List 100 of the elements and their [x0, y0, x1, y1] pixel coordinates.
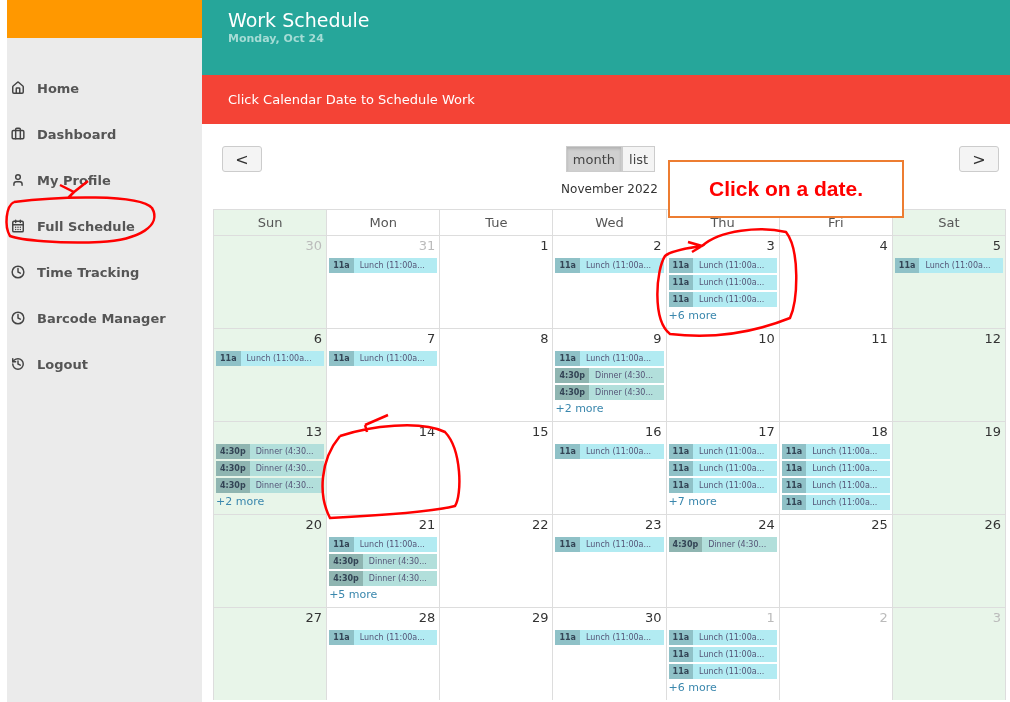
- event-chip[interactable]: 4:30p Dinner (4:30...: [329, 554, 438, 569]
- day-cell[interactable]: 26: [892, 514, 1006, 607]
- event-chip[interactable]: 11a Lunch (11:00a...: [216, 351, 325, 366]
- sidebar-item[interactable]: Barcode Manager: [7, 295, 202, 341]
- day-number: 13: [305, 424, 324, 439]
- day-cell[interactable]: 30 11a Lunch (11:00a...: [553, 607, 667, 700]
- day-number: 6: [313, 331, 324, 346]
- day-cell[interactable]: 9 11a Lunch (11:00a... 4:30p Dinner (4:30... 4:30p Dinner (4:30... +2 more: [553, 328, 667, 421]
- event-chip[interactable]: 11a Lunch (11:00a...: [329, 630, 438, 645]
- event-chip[interactable]: 11a Lunch (11:00a...: [555, 351, 664, 366]
- event-chip[interactable]: 11a Lunch (11:00a...: [329, 258, 438, 273]
- more-link[interactable]: +2 more: [555, 402, 604, 415]
- event-chip[interactable]: 11a Lunch (11:00a...: [668, 275, 777, 290]
- event-chip[interactable]: 11a Lunch (11:00a...: [781, 461, 890, 476]
- day-cell[interactable]: 27: [214, 607, 328, 700]
- event-chip[interactable]: 4:30p Dinner (4:30...: [555, 368, 664, 383]
- alert-banner: Click Calendar Date to Schedule Work: [202, 75, 1010, 124]
- sidebar-item[interactable]: Home: [7, 65, 202, 111]
- day-cell[interactable]: 8: [440, 328, 554, 421]
- event-chip[interactable]: 4:30p Dinner (4:30...: [216, 461, 325, 476]
- event-chip[interactable]: 4:30p Dinner (4:30...: [668, 537, 777, 552]
- calendar-icon: [11, 219, 25, 233]
- event-chip[interactable]: 4:30p Dinner (4:30...: [216, 444, 325, 459]
- sidebar-item[interactable]: My Profile: [7, 157, 202, 203]
- day-number: 30: [305, 238, 324, 253]
- sidebar-item[interactable]: Full Schedule: [7, 203, 202, 249]
- event-chip[interactable]: 11a Lunch (11:00a...: [329, 351, 438, 366]
- event-chip[interactable]: 11a Lunch (11:00a...: [329, 537, 438, 552]
- sidebar-item[interactable]: Dashboard: [7, 111, 202, 157]
- event-chip[interactable]: 11a Lunch (11:00a...: [668, 444, 777, 459]
- person-icon: [11, 173, 25, 187]
- day-cell[interactable]: 13 4:30p Dinner (4:30... 4:30p Dinner (4:30... 4:30p Dinner (4:30... +2 more: [214, 421, 328, 514]
- event-chip[interactable]: 4:30p Dinner (4:30...: [216, 478, 325, 493]
- day-cell[interactable]: 24 4:30p Dinner (4:30...: [666, 514, 780, 607]
- event-chip[interactable]: 11a Lunch (11:00a...: [555, 258, 664, 273]
- view-toggle[interactable]: list: [622, 146, 656, 172]
- more-link[interactable]: +2 more: [216, 495, 265, 508]
- sidebar-item[interactable]: Logout: [7, 341, 202, 387]
- day-number: 31: [418, 238, 437, 253]
- day-number: 25: [871, 517, 889, 532]
- more-link[interactable]: +6 more: [668, 309, 717, 322]
- day-cell[interactable]: 28 11a Lunch (11:00a...: [327, 607, 441, 700]
- day-cell[interactable]: 29: [440, 607, 554, 700]
- more-link[interactable]: +7 more: [668, 495, 717, 508]
- day-cell[interactable]: 19: [892, 421, 1006, 514]
- day-cell[interactable]: 11: [779, 328, 893, 421]
- view-toggle[interactable]: month: [565, 146, 623, 172]
- event-chip[interactable]: 11a Lunch (11:00a...: [555, 630, 664, 645]
- event-chip[interactable]: 11a Lunch (11:00a...: [781, 444, 890, 459]
- day-cell[interactable]: 7 11a Lunch (11:00a...: [327, 328, 441, 421]
- sidebar-item[interactable]: Time Tracking: [7, 249, 202, 295]
- event-chip[interactable]: 11a Lunch (11:00a...: [668, 630, 777, 645]
- event-chip[interactable]: 11a Lunch (11:00a...: [668, 478, 777, 493]
- day-cell[interactable]: 12: [892, 328, 1006, 421]
- day-cell[interactable]: 3 11a Lunch (11:00a... 11a Lunch (11:00a... 11a Lunch (11:00a... +6 more: [666, 235, 780, 328]
- day-number: 9: [653, 331, 663, 346]
- more-link[interactable]: +6 more: [668, 681, 717, 694]
- event-chip[interactable]: 11a Lunch (11:00a...: [555, 444, 664, 459]
- day-cell[interactable]: 1: [440, 235, 554, 328]
- more-link[interactable]: +5 more: [329, 588, 378, 601]
- event-chip[interactable]: 11a Lunch (11:00a...: [894, 258, 1003, 273]
- weekday-header: Sun: [214, 209, 328, 235]
- event-chip[interactable]: 11a Lunch (11:00a...: [668, 461, 777, 476]
- event-chip[interactable]: 4:30p Dinner (4:30...: [329, 571, 438, 586]
- previous-button[interactable]: <: [222, 146, 262, 172]
- day-cell[interactable]: 25: [779, 514, 893, 607]
- day-cell[interactable]: 4: [779, 235, 893, 328]
- day-cell[interactable]: 16 11a Lunch (11:00a...: [553, 421, 667, 514]
- day-cell[interactable]: 1 11a Lunch (11:00a... 11a Lunch (11:00a... 11a Lunch (11:00a... +6 more: [666, 607, 780, 700]
- event-chip[interactable]: 4:30p Dinner (4:30...: [555, 385, 664, 400]
- event-chip[interactable]: 11a Lunch (11:00a...: [668, 664, 777, 679]
- day-cell[interactable]: 2 11a Lunch (11:00a...: [553, 235, 667, 328]
- day-cell[interactable]: 20: [214, 514, 328, 607]
- day-number: 11: [871, 331, 889, 346]
- clock-icon: [11, 311, 25, 325]
- day-number: 29: [531, 610, 550, 625]
- event-chip[interactable]: 11a Lunch (11:00a...: [781, 495, 890, 510]
- day-cell[interactable]: 10: [666, 328, 780, 421]
- event-chip[interactable]: 11a Lunch (11:00a...: [668, 292, 777, 307]
- day-cell[interactable]: 23 11a Lunch (11:00a...: [553, 514, 667, 607]
- day-cell[interactable]: 31 11a Lunch (11:00a...: [327, 235, 441, 328]
- day-number: 16: [645, 424, 663, 439]
- day-cell[interactable]: 21 11a Lunch (11:00a... 4:30p Dinner (4:30... 4:30p Dinner (4:30... +5 more: [327, 514, 441, 607]
- day-number: 22: [531, 517, 550, 532]
- event-chip[interactable]: 11a Lunch (11:00a...: [668, 258, 777, 273]
- day-number: 5: [992, 238, 1002, 253]
- day-cell[interactable]: 18 11a Lunch (11:00a... 11a Lunch (11:00a... 11a Lunch (11:00a... 11a Lunch (11:00a...: [779, 421, 893, 514]
- day-cell[interactable]: 6 11a Lunch (11:00a...: [214, 328, 328, 421]
- day-number: 7: [427, 331, 437, 346]
- day-number: 3: [766, 238, 776, 253]
- day-number: 27: [305, 610, 324, 625]
- day-cell[interactable]: 17 11a Lunch (11:00a... 11a Lunch (11:00a... 11a Lunch (11:00a... +7 more: [666, 421, 780, 514]
- day-cell[interactable]: 5 11a Lunch (11:00a...: [892, 235, 1006, 328]
- next-button[interactable]: >: [959, 146, 999, 172]
- event-chip[interactable]: 11a Lunch (11:00a...: [668, 647, 777, 662]
- event-chip[interactable]: 11a Lunch (11:00a...: [781, 478, 890, 493]
- event-chip[interactable]: 11a Lunch (11:00a...: [555, 537, 664, 552]
- day-cell[interactable]: 22: [440, 514, 554, 607]
- day-cell[interactable]: 15: [440, 421, 554, 514]
- day-number: 21: [418, 517, 437, 532]
